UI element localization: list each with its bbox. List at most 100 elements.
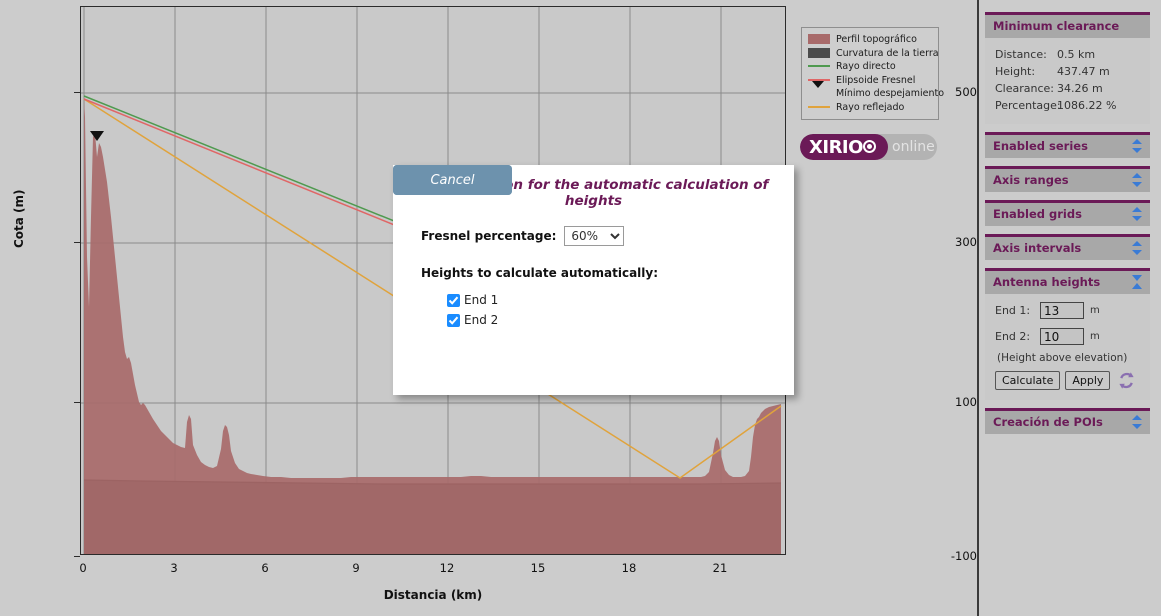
legend-label: Rayo directo <box>836 61 896 72</box>
chart-legend: Perfil topográfico Curvatura de la tierr… <box>801 27 944 120</box>
clearance-label: Clearance: <box>995 82 1055 95</box>
clearance-row-percentage: Percentage: 1086.22 % <box>995 97 1144 114</box>
fresnel-percentage-select[interactable]: 60% <box>564 226 625 246</box>
expand-chevron-icon[interactable] <box>1130 415 1144 429</box>
antenna-end1-row: End 1: m <box>995 302 1144 319</box>
legend-item: Perfil topográfico <box>808 33 934 46</box>
calculate-button[interactable]: Calculate <box>995 371 1061 390</box>
logo-suffix-text: online <box>892 139 935 155</box>
clearance-value: 0.5 km <box>1057 48 1096 61</box>
panel-title: Axis intervals <box>993 241 1082 255</box>
x-axis-tick: 18 <box>621 561 637 575</box>
antenna-end2-unit: m <box>1090 331 1100 342</box>
antenna-buttons: Calculate Apply <box>995 371 1144 390</box>
checkbox-row-end1: End 1 <box>447 293 498 307</box>
cancel-button[interactable]: Cancel <box>393 165 512 195</box>
panel-header-antenna-heights[interactable]: Antenna heights <box>985 268 1150 294</box>
fresnel-percentage-row: Fresnel percentage: 60% <box>421 226 625 246</box>
expand-chevron-icon[interactable] <box>1130 139 1144 153</box>
auto-height-config-dialog: Configuration for the automatic calculat… <box>393 165 794 395</box>
panel-header-axis-ranges[interactable]: Axis ranges <box>985 166 1150 192</box>
panel-minimum-clearance: Minimum clearance Distance: 0.5 km Heigh… <box>985 12 1150 124</box>
x-axis-tick: 21 <box>712 561 728 575</box>
legend-item: Mínimo despejamiento <box>808 81 944 107</box>
x-axis-tick: 12 <box>439 561 455 575</box>
legend-label: Mínimo despejamiento <box>836 88 945 99</box>
panel-title: Antenna heights <box>993 275 1101 289</box>
line-icon <box>808 102 830 113</box>
legend-label: Elipsoide Fresnel <box>836 74 916 86</box>
collapse-chevron-icon[interactable] <box>1130 275 1144 289</box>
triangle-marker-icon <box>808 81 830 107</box>
clearance-value: 34.26 m <box>1057 82 1103 95</box>
x-axis-tick: 15 <box>530 561 546 575</box>
clearance-row-distance: Distance: 0.5 km <box>995 46 1144 63</box>
panel-header-creacion-pois[interactable]: Creación de POIs <box>985 408 1150 434</box>
clearance-row-height: Height: 437.47 m <box>995 63 1144 80</box>
antenna-end2-label: End 2: <box>995 330 1031 343</box>
panel-title: Enabled grids <box>993 207 1082 221</box>
panel-axis-intervals: Axis intervals <box>985 234 1150 260</box>
panel-header-enabled-grids[interactable]: Enabled grids <box>985 200 1150 226</box>
legend-item: Curvatura de la tierra <box>808 47 939 60</box>
y-axis-tick: 300 <box>955 235 977 249</box>
y-axis-tickmark <box>74 556 80 557</box>
checkbox-row-end2: End 2 <box>447 313 498 327</box>
x-axis-tick: 3 <box>170 561 178 575</box>
panel-header-axis-intervals[interactable]: Axis intervals <box>985 234 1150 260</box>
expand-chevron-icon[interactable] <box>1130 173 1144 187</box>
refresh-icon[interactable] <box>1117 371 1136 390</box>
antenna-end2-row: End 2: m <box>995 328 1144 345</box>
end1-checkbox[interactable] <box>447 293 460 307</box>
y-axis-title: Cota (m) <box>12 189 26 248</box>
clearance-value: 437.47 m <box>1057 65 1110 78</box>
panel-axis-ranges: Axis ranges <box>985 166 1150 192</box>
panel-enabled-grids: Enabled grids <box>985 200 1150 226</box>
fresnel-percentage-label: Fresnel percentage: <box>421 229 557 243</box>
legend-label: Perfil topográfico <box>836 34 917 45</box>
clearance-label: Percentage: <box>995 99 1061 112</box>
panel-title: Enabled series <box>993 139 1088 153</box>
antenna-end1-input[interactable] <box>1040 302 1084 319</box>
clearance-label: Distance: <box>995 48 1047 61</box>
logo-brand-text: XIRIO <box>809 137 863 158</box>
legend-label: Rayo reflejado <box>836 101 905 113</box>
clearance-label: Height: <box>995 65 1036 78</box>
heights-to-calculate-label: Heights to calculate automatically: <box>421 266 659 280</box>
panel-enabled-series: Enabled series <box>985 132 1150 158</box>
antenna-end2-input[interactable] <box>1040 328 1084 345</box>
apply-button[interactable]: Apply <box>1065 371 1111 390</box>
legend-item: Rayo directo <box>808 60 934 73</box>
expand-chevron-icon[interactable] <box>1130 207 1144 221</box>
swatch-icon <box>808 47 830 59</box>
panel-header-minimum-clearance[interactable]: Minimum clearance <box>985 12 1150 38</box>
end1-checkbox-label: End 1 <box>464 293 499 307</box>
legend-label: Curvatura de la tierra <box>836 47 939 59</box>
panel-antenna-heights: Antenna heights End 1: m End 2: m (Heigh… <box>985 268 1150 400</box>
panel-creacion-pois: Creación de POIs <box>985 408 1150 434</box>
expand-chevron-icon[interactable] <box>1130 241 1144 255</box>
panel-body-antenna-heights: End 1: m End 2: m (Height above elevatio… <box>985 294 1150 400</box>
logo-dot-icon <box>867 144 872 149</box>
swatch-icon <box>808 34 830 45</box>
legend-item: Rayo reflejado <box>808 101 934 114</box>
panel-title: Creación de POIs <box>993 415 1103 429</box>
y-axis-tick: -100 <box>950 549 977 563</box>
end2-checkbox[interactable] <box>447 313 460 327</box>
x-axis-tick: 0 <box>79 561 87 575</box>
antenna-end1-label: End 1: <box>995 304 1031 317</box>
panel-body-minimum-clearance: Distance: 0.5 km Height: 437.47 m Cleara… <box>985 38 1150 124</box>
x-axis-title: Distancia (km) <box>383 588 483 602</box>
x-axis-tick: 6 <box>261 561 269 575</box>
clearance-value: 1086.22 % <box>1057 99 1117 112</box>
panel-header-enabled-series[interactable]: Enabled series <box>985 132 1150 158</box>
panel-title: Minimum clearance <box>993 19 1120 33</box>
line-icon <box>808 61 830 72</box>
antenna-height-note: (Height above elevation) <box>997 352 1128 364</box>
x-axis-tick: 9 <box>352 561 360 575</box>
y-axis-tick: 100 <box>955 395 977 409</box>
end2-checkbox-label: End 2 <box>464 313 499 327</box>
panel-title: Axis ranges <box>993 173 1069 187</box>
clearance-row-clearance: Clearance: 34.26 m <box>995 80 1144 97</box>
sidebar: Minimum clearance Distance: 0.5 km Heigh… <box>979 0 1161 616</box>
